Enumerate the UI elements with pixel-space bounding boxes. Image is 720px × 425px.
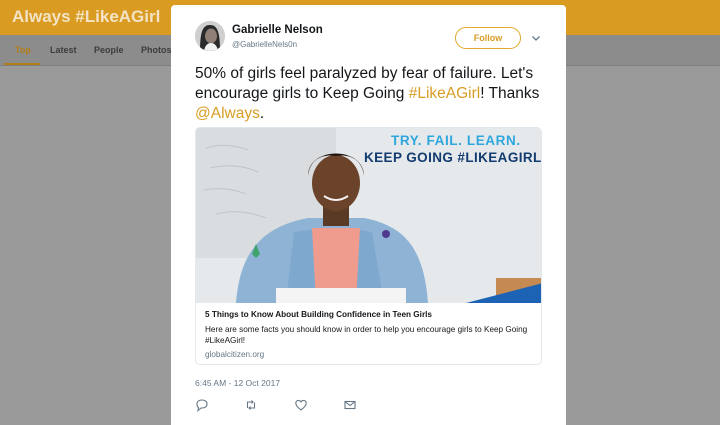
mention-link[interactable]: @Always <box>195 105 260 122</box>
card-image: TRY. FAIL. LEARN. KEEP GOING #LIKEAGIRL <box>196 128 542 303</box>
tweet-timestamp[interactable]: 6:45 AM - 12 Oct 2017 <box>195 378 280 388</box>
tweet-text: 50% of girls feel paralyzed by fear of f… <box>195 65 540 122</box>
chevron-down-icon[interactable] <box>530 32 542 44</box>
author-handle[interactable]: @GabrielleNels0n <box>232 40 297 49</box>
like-icon[interactable] <box>294 398 308 412</box>
card-image-text-line1: TRY. FAIL. LEARN. <box>391 133 521 148</box>
card-title: 5 Things to Know About Building Confiden… <box>205 310 432 319</box>
card-domain: globalcitizen.org <box>205 350 265 359</box>
reply-icon[interactable] <box>195 398 209 412</box>
tab-people[interactable]: People <box>94 45 124 55</box>
card-description: Here are some facts you should know in o… <box>205 325 528 345</box>
link-card[interactable]: TRY. FAIL. LEARN. KEEP GOING #LIKEAGIRL … <box>195 127 542 365</box>
avatar[interactable] <box>195 21 225 51</box>
author-name[interactable]: Gabrielle Nelson <box>232 24 323 36</box>
hashtag-link[interactable]: #LikeAGirl <box>409 85 481 102</box>
active-tab-indicator <box>4 63 40 65</box>
page-title: Always #LikeAGirl <box>12 7 161 26</box>
tab-photos[interactable]: Photos <box>141 45 172 55</box>
tab-latest[interactable]: Latest <box>50 45 77 55</box>
message-icon[interactable] <box>343 398 357 412</box>
tweet-modal: Gabrielle Nelson @GabrielleNels0n Follow… <box>171 5 566 425</box>
tab-top[interactable]: Top <box>15 45 31 55</box>
retweet-icon[interactable] <box>244 398 258 412</box>
follow-button[interactable]: Follow <box>455 27 521 49</box>
card-image-text-line2: KEEP GOING #LIKEAGIRL <box>364 150 542 165</box>
